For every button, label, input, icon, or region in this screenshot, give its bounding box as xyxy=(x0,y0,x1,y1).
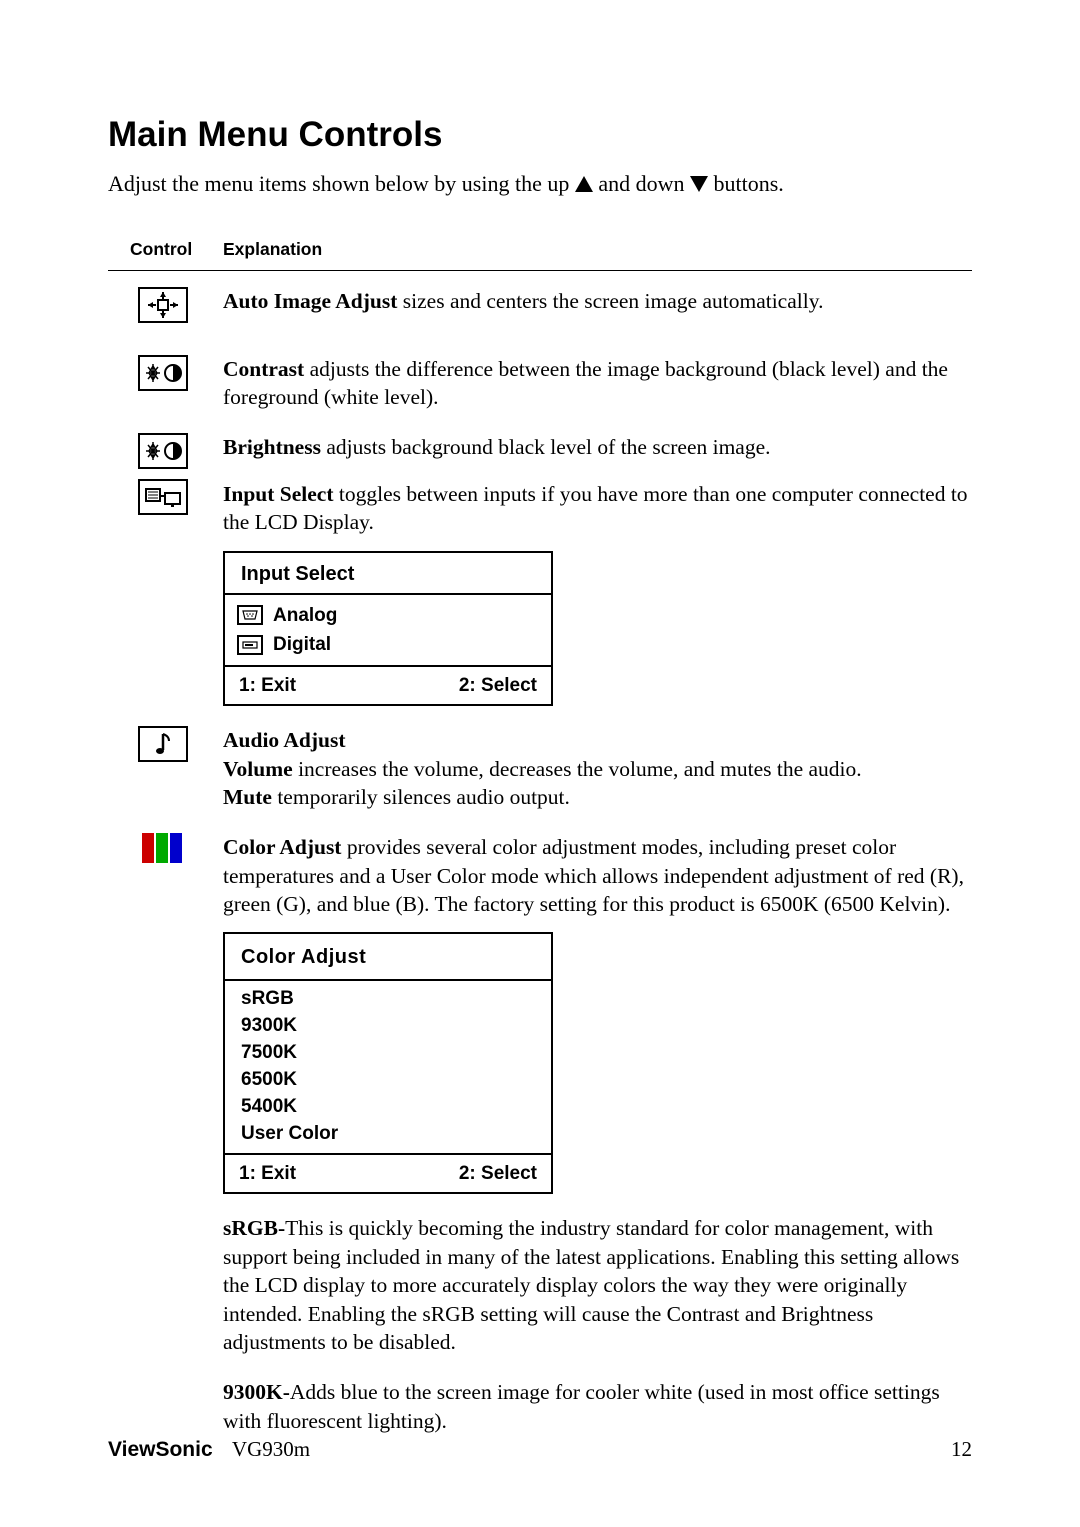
header-explanation: Explanation xyxy=(223,239,322,260)
entry-brightness: Brightness adjusts background black leve… xyxy=(108,433,972,710)
mute-term: Mute xyxy=(223,785,272,809)
k9300-desc: Adds blue to the screen image for cooler… xyxy=(223,1380,940,1432)
volume-term: Volume xyxy=(223,757,293,781)
contrast-term: Contrast xyxy=(223,357,304,381)
srgb-desc: This is quickly becoming the industry st… xyxy=(223,1216,959,1354)
k9300-term: 9300K- xyxy=(223,1380,290,1404)
osd-color-foot-left: 1: Exit xyxy=(239,1161,296,1186)
brightness-icon xyxy=(138,433,188,469)
brightness-desc: adjusts background black level of the sc… xyxy=(321,435,771,459)
srgb-term: sRGB- xyxy=(223,1216,285,1240)
down-triangle-icon xyxy=(690,176,708,192)
footer-page-number: 12 xyxy=(951,1437,972,1462)
entry-contrast: Contrast adjusts the difference between … xyxy=(108,355,972,412)
input-term: Input Select xyxy=(223,482,334,506)
contrast-desc: adjusts the difference between the image… xyxy=(223,357,948,409)
osd-color-opt-4: 5400K xyxy=(241,1093,535,1120)
intro-b: and down xyxy=(593,171,690,196)
brightness-term: Brightness xyxy=(223,435,321,459)
osd-input-opt1-label: Analog xyxy=(273,603,337,628)
entry-auto-image-adjust: Auto Image Adjust sizes and centers the … xyxy=(108,287,972,333)
footer-brand: ViewSonic xyxy=(108,1438,213,1461)
color-adjust-icon xyxy=(142,833,184,863)
osd-input-opt2-label: Digital xyxy=(273,632,331,657)
osd-color-opt-0: sRGB xyxy=(241,985,535,1012)
audio-adjust-icon xyxy=(138,726,188,762)
intro-text: Adjust the menu items shown below by usi… xyxy=(108,169,972,199)
up-triangle-icon xyxy=(575,176,593,192)
input-select-icon xyxy=(138,479,188,515)
auto-image-adjust-icon xyxy=(138,287,188,323)
osd-color-opt-1: 9300K xyxy=(241,1012,535,1039)
osd-color-adjust: Color Adjust sRGB 9300K 7500K 6500K 5400… xyxy=(223,932,553,1194)
osd-input-opt-digital: Digital xyxy=(237,630,539,659)
osd-input-select: Input Select Analog Digital 1: Exit 2: S… xyxy=(223,551,553,707)
osd-color-opt-5: User Color xyxy=(241,1120,535,1147)
osd-color-opt-2: 7500K xyxy=(241,1039,535,1066)
mute-desc: temporarily silences audio output. xyxy=(272,785,570,809)
color-term: Color Adjust xyxy=(223,835,341,859)
audio-term: Audio Adjust xyxy=(223,728,345,752)
osd-color-opt-3: 6500K xyxy=(241,1066,535,1093)
vga-icon xyxy=(237,605,263,625)
intro-a: Adjust the menu items shown below by usi… xyxy=(108,171,575,196)
osd-input-opt-analog: Analog xyxy=(237,601,539,630)
osd-input-title: Input Select xyxy=(225,553,551,593)
osd-input-foot-left: 1: Exit xyxy=(239,673,296,698)
table-header: Control Explanation xyxy=(108,239,972,271)
page-footer: ViewSonic VG930m 12 xyxy=(108,1437,972,1462)
volume-desc: increases the volume, decreases the volu… xyxy=(293,757,862,781)
intro-c: buttons. xyxy=(708,171,784,196)
entry-color-adjust: Color Adjust provides several color adju… xyxy=(108,833,972,1457)
input-desc: toggles between inputs if you have more … xyxy=(223,482,968,534)
footer-model: VG930m xyxy=(232,1437,310,1461)
osd-color-title: Color Adjust xyxy=(225,934,551,978)
dvi-icon xyxy=(237,635,263,655)
auto-term: Auto Image Adjust xyxy=(223,289,397,313)
osd-color-foot-right: 2: Select xyxy=(459,1161,537,1186)
auto-desc: sizes and centers the screen image autom… xyxy=(397,289,823,313)
entry-audio-adjust: Audio Adjust Volume increases the volume… xyxy=(108,726,972,811)
contrast-icon xyxy=(138,355,188,391)
page-title: Main Menu Controls xyxy=(108,115,972,155)
header-control: Control xyxy=(130,239,223,260)
osd-input-foot-right: 2: Select xyxy=(459,673,537,698)
